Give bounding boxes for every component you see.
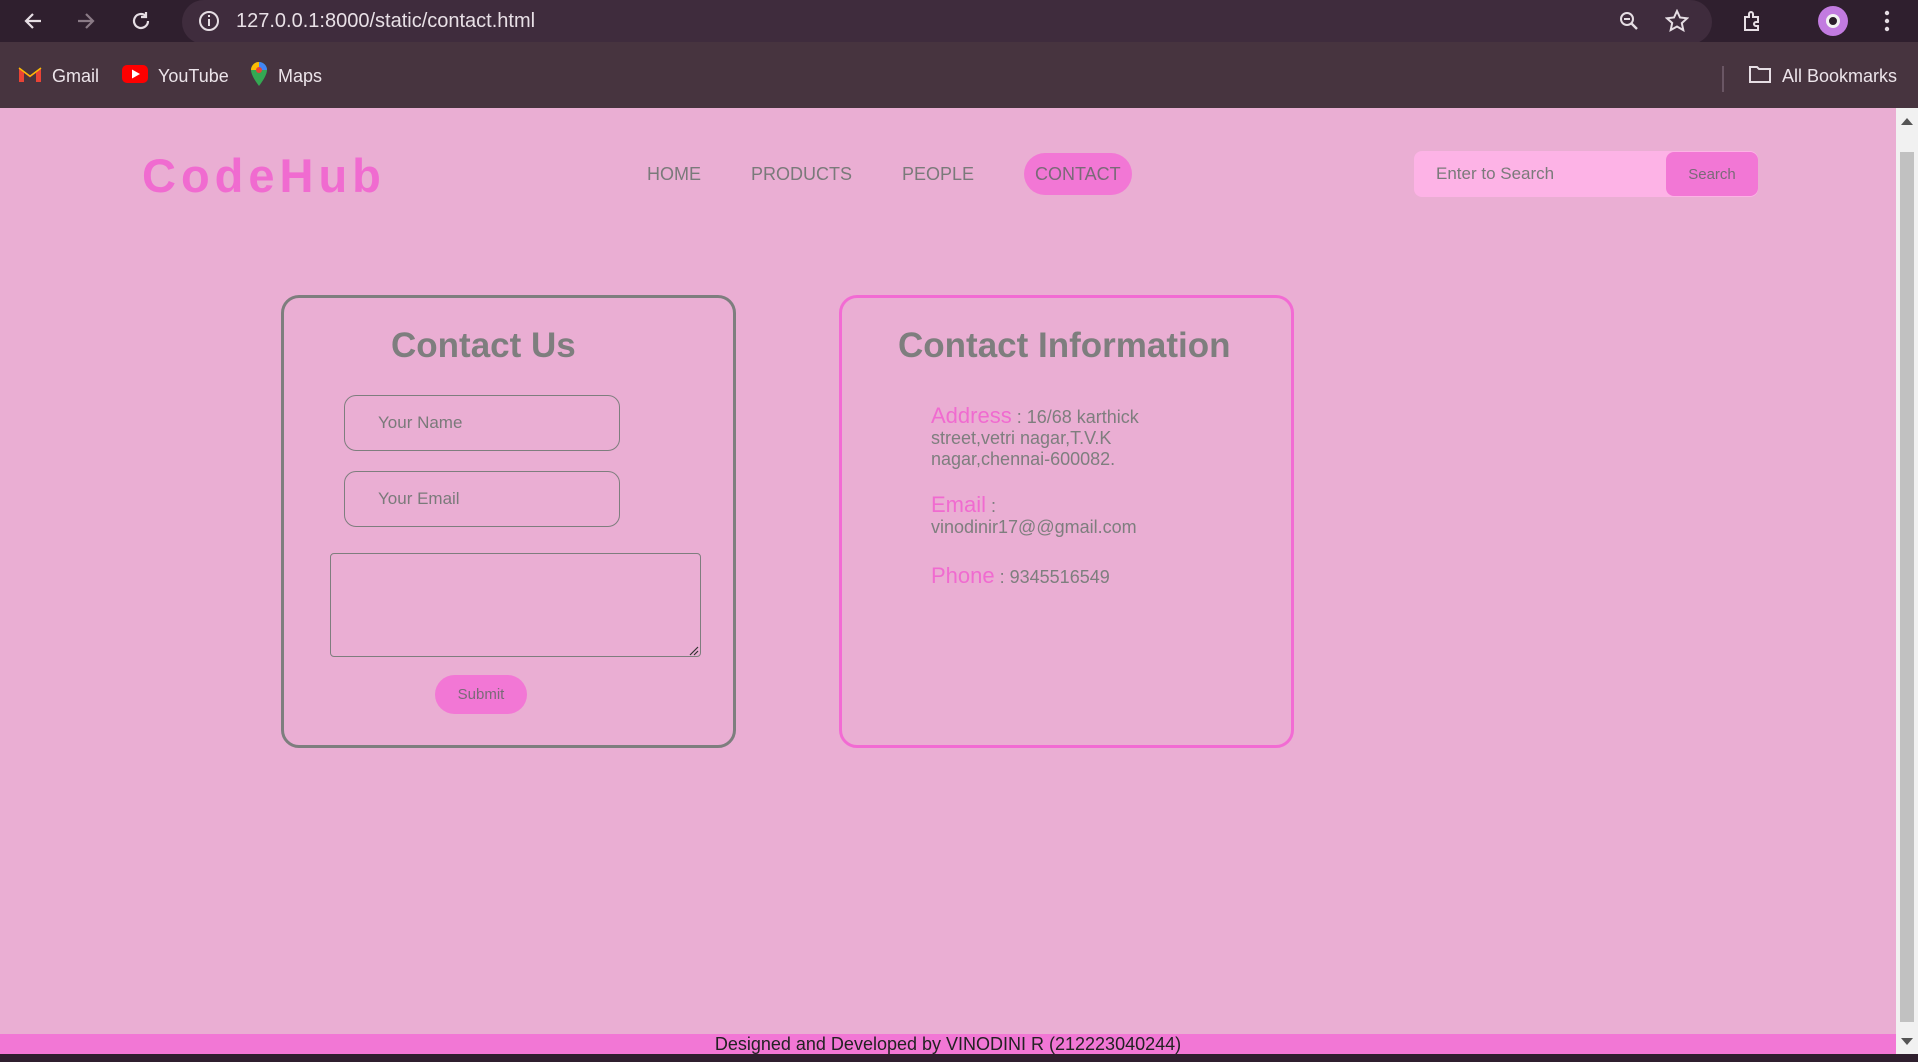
email-label: Email (931, 492, 987, 517)
search-button[interactable]: Search (1666, 152, 1758, 196)
bookmark-label: Gmail (52, 65, 100, 86)
extensions-icon[interactable] (1736, 4, 1770, 38)
page-footer: Designed and Developed by VINODINI R (21… (0, 1034, 1896, 1054)
message-textarea[interactable] (330, 553, 701, 657)
all-bookmarks-label: All Bookmarks (1782, 65, 1898, 86)
bookmark-gmail[interactable]: Gmail (18, 62, 99, 90)
address-info: Address : 16/68 karthick street,vetri na… (931, 405, 1161, 470)
menu-kebab-icon[interactable] (1870, 4, 1904, 38)
resize-handle-icon[interactable] (689, 643, 699, 656)
forward-arrow-icon[interactable] (69, 4, 103, 38)
phone-value: : 9345516549 (994, 567, 1110, 587)
address-bar[interactable]: 127.0.0.1:8000/static/contact.html (182, 0, 1712, 44)
browser-toolbar: 127.0.0.1:8000/static/contact.html (0, 0, 1918, 44)
bookmark-youtube[interactable]: YouTube (122, 62, 229, 90)
name-field[interactable] (344, 395, 620, 451)
back-arrow-icon[interactable] (16, 4, 50, 38)
scroll-up-arrow-icon[interactable] (1901, 118, 1913, 125)
maps-icon (250, 61, 268, 91)
email-info: Email : vinodinir17@@gmail.com (931, 494, 1161, 538)
search-input[interactable] (1414, 151, 1664, 197)
site-info-icon[interactable] (192, 4, 226, 38)
contact-form-card: Contact Us Submit (281, 295, 736, 748)
bookmarks-divider (1722, 66, 1724, 92)
nav-people[interactable]: PEOPLE (902, 153, 974, 195)
youtube-icon (122, 64, 148, 88)
page-content: CodeHub HOME PRODUCTS PEOPLE CONTACT Sea… (0, 108, 1896, 1062)
page-scrollbar[interactable] (1896, 108, 1918, 1054)
scroll-down-arrow-icon[interactable] (1901, 1038, 1913, 1045)
reload-icon[interactable] (124, 4, 158, 38)
scrollbar-thumb[interactable] (1900, 152, 1914, 1022)
bookmark-maps[interactable]: Maps (250, 61, 323, 91)
submit-button[interactable]: Submit (435, 675, 527, 714)
nav-products[interactable]: PRODUCTS (751, 153, 852, 195)
contact-info-title: Contact Information (898, 326, 1231, 365)
url-text[interactable]: 127.0.0.1:8000/static/contact.html (236, 10, 535, 33)
window-bottom-edge (0, 1054, 1918, 1062)
folder-icon (1748, 64, 1772, 89)
address-label: Address (931, 403, 1012, 428)
profile-avatar[interactable] (1816, 4, 1850, 38)
zoom-icon[interactable] (1612, 4, 1646, 38)
phone-label: Phone (931, 563, 995, 588)
email-field[interactable] (344, 471, 620, 527)
all-bookmarks-button[interactable]: All Bookmarks (1748, 62, 1897, 90)
contact-form-title: Contact Us (391, 326, 576, 365)
site-logo[interactable]: CodeHub (142, 148, 386, 203)
contact-info-card: Contact Information Address : 16/68 kart… (839, 295, 1294, 748)
nav-home[interactable]: HOME (647, 153, 701, 195)
bookmark-label: YouTube (158, 65, 229, 86)
phone-info: Phone : 9345516549 (931, 565, 1161, 588)
nav-contact[interactable]: CONTACT (1024, 153, 1132, 195)
bookmarks-bar: Gmail YouTube Maps All Bookmarks (0, 42, 1918, 108)
search-bar: Search (1414, 151, 1758, 197)
bookmark-label: Maps (278, 65, 323, 86)
bookmark-star-icon[interactable] (1660, 4, 1694, 38)
gmail-icon (18, 65, 42, 88)
